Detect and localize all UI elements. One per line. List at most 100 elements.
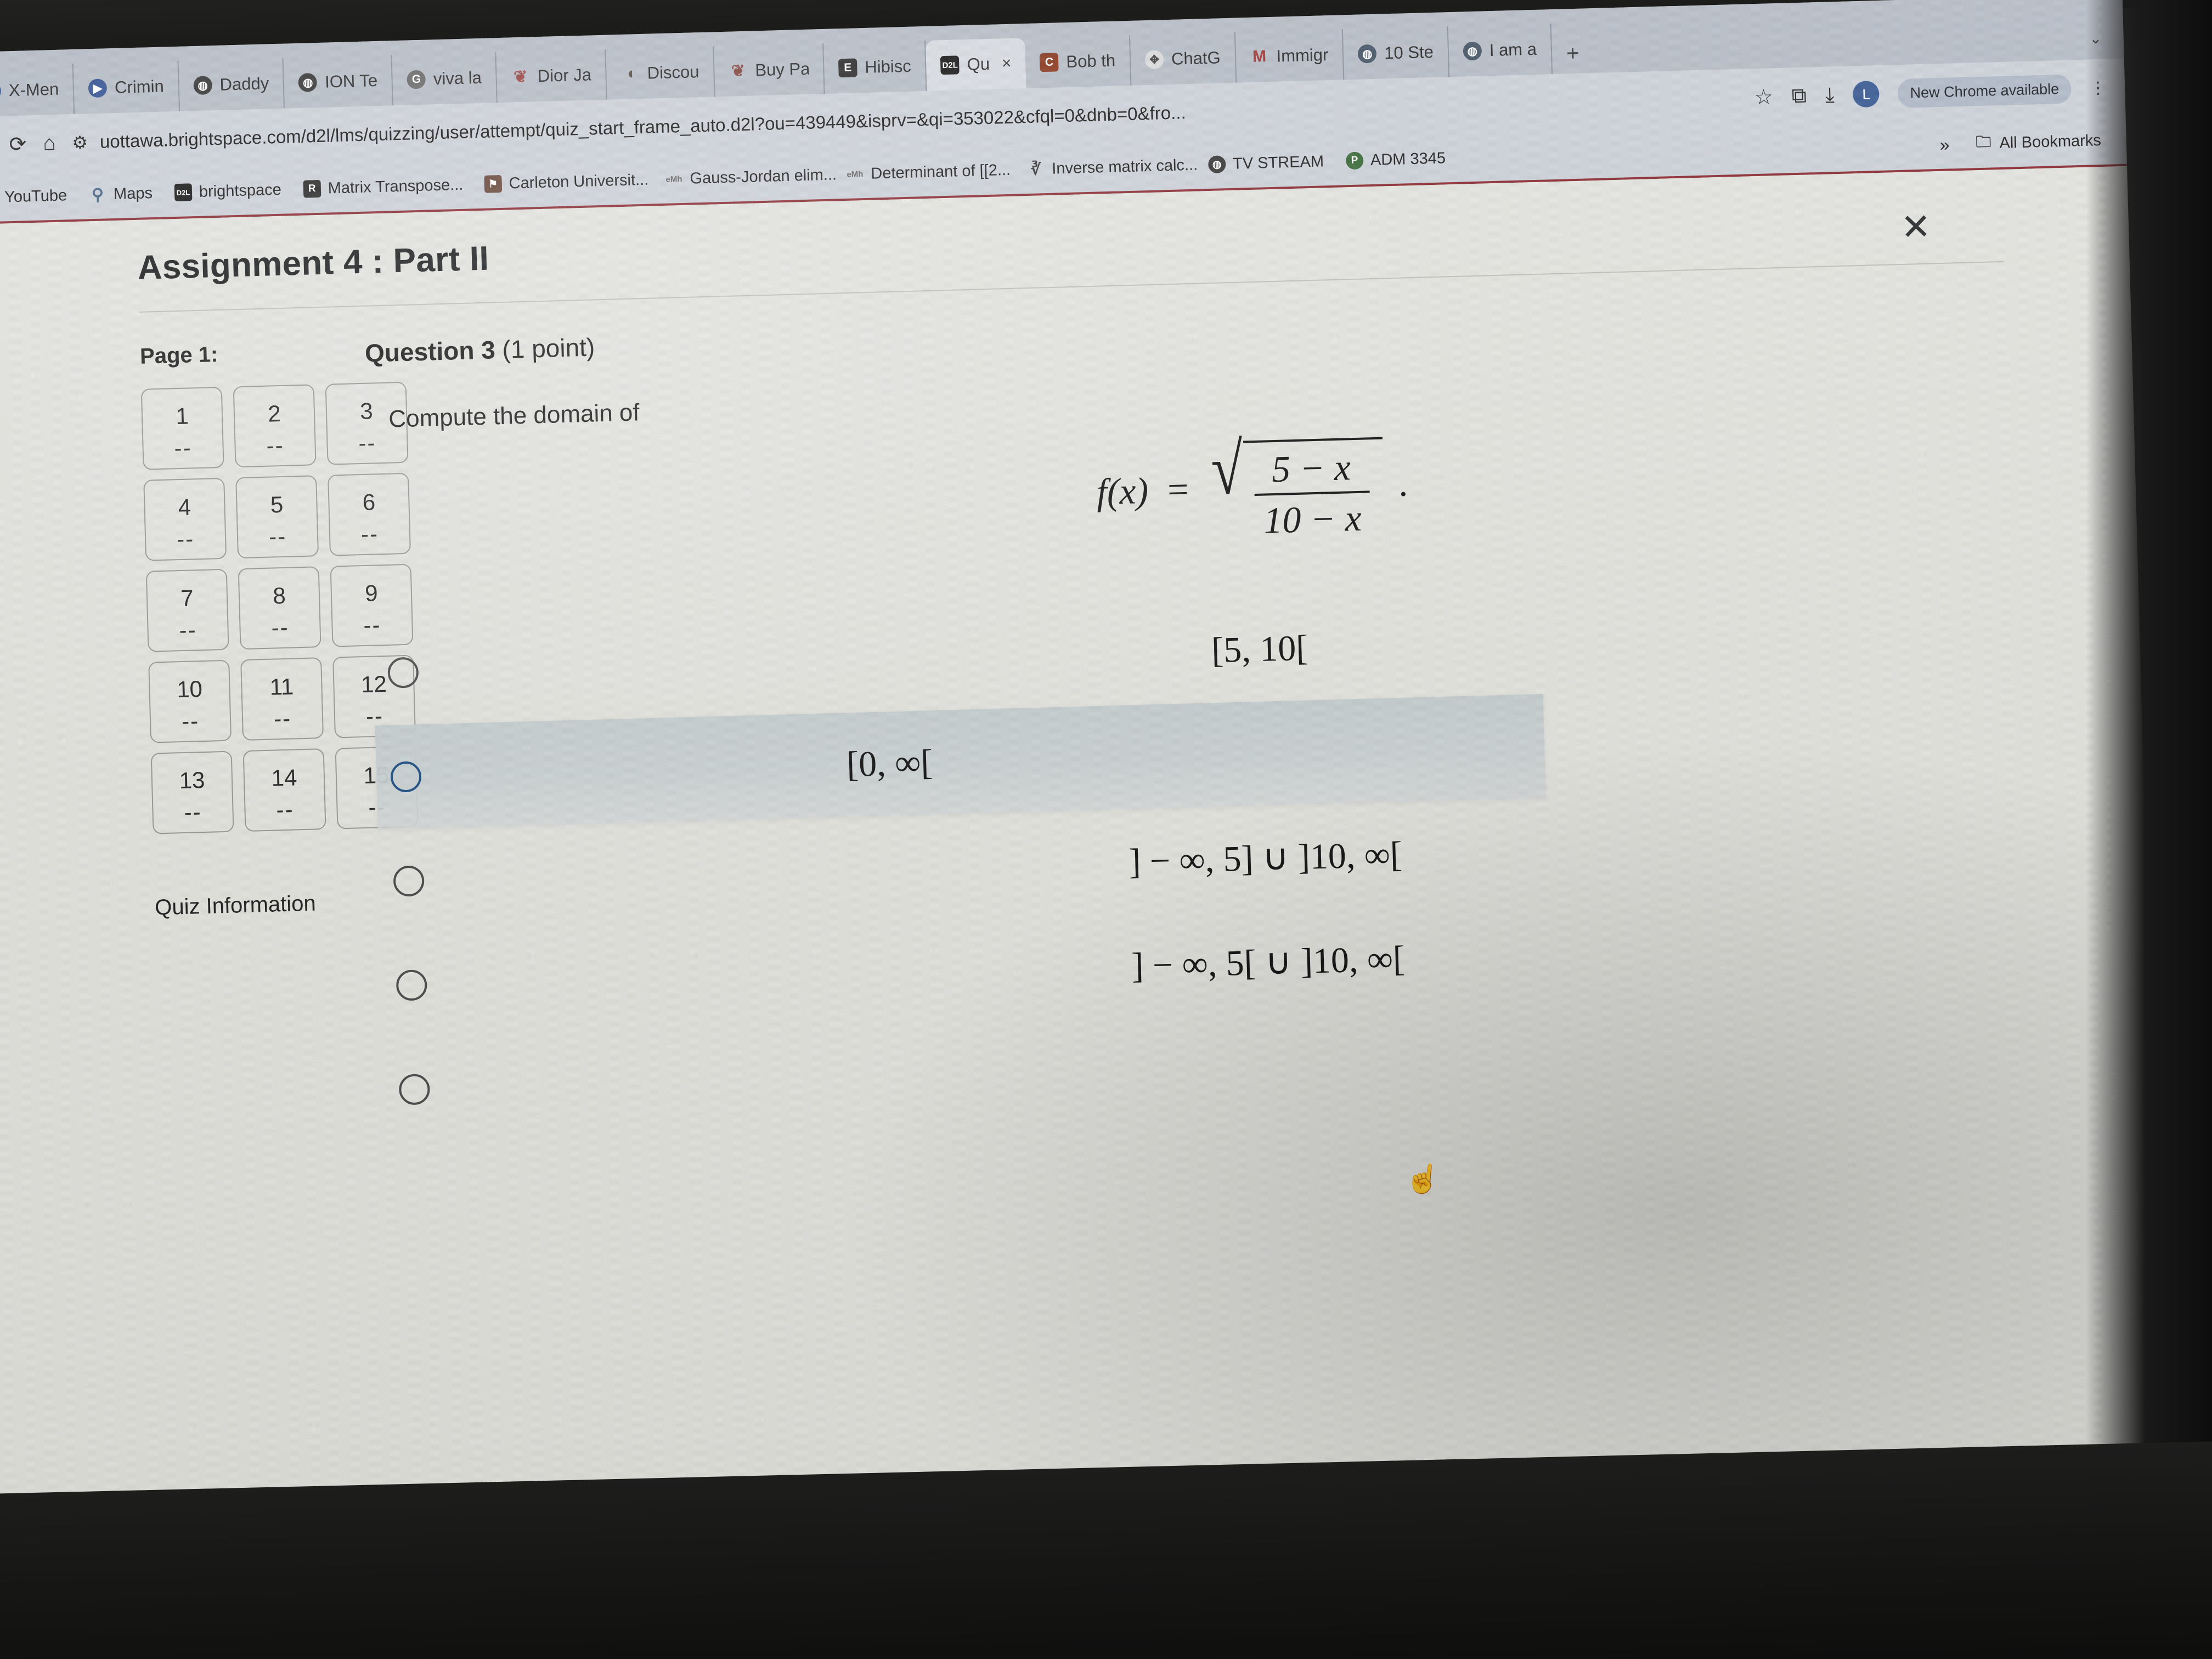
browser-tab-x-men[interactable]: ▶ X-Men: [0, 63, 75, 117]
browser-tab-dior-ja[interactable]: ❦ Dior Ja: [496, 49, 608, 103]
avatar[interactable]: L: [1853, 80, 1880, 108]
question-button-13[interactable]: 13 --: [150, 751, 234, 834]
tab-label: ION Te: [324, 70, 378, 92]
answer-choice-text: [5, 10[: [1211, 628, 1309, 671]
map-pin-icon: ⚲: [91, 185, 104, 204]
browser-tab-bob-th[interactable]: C Bob th: [1025, 35, 1132, 88]
url-text: uottawa.brightspace.com/d2l/lms/quizzing…: [99, 102, 1187, 152]
new-tab-button[interactable]: +: [1552, 41, 1594, 74]
bookmark-gauss-jordan[interactable]: eMh Gauss-Jordan elim...: [654, 166, 836, 189]
question-status: --: [273, 706, 292, 732]
question-number: 13: [179, 767, 206, 794]
close-tab-icon[interactable]: ×: [1002, 54, 1012, 73]
fraction-denominator: 10 − x: [1254, 490, 1371, 543]
question-button-5[interactable]: 5 --: [235, 475, 319, 558]
bookmark-adm-3345[interactable]: P ADM 3345: [1335, 149, 1457, 170]
fraction: 5 − x 10 − x: [1253, 445, 1371, 543]
tab-label: Discou: [647, 62, 699, 83]
browser-tab-discou[interactable]: ◖ Discou: [606, 46, 715, 100]
bookmark-label: Maps: [113, 184, 153, 203]
formula-lhs: f(x): [1096, 469, 1149, 513]
tab-label: I am a: [1489, 39, 1537, 60]
bookmark-label: Carleton Universit...: [509, 171, 649, 193]
tab-label: Crimin: [114, 76, 165, 97]
bookmark-maps[interactable]: ⚲ Maps: [78, 184, 164, 204]
extensions-icon[interactable]: ⧉: [1791, 84, 1807, 108]
question-button-7[interactable]: 7 --: [145, 568, 229, 652]
question-number: 4: [178, 494, 191, 521]
bookmark-label: brightspace: [199, 180, 282, 201]
reshish-icon: R: [303, 179, 321, 198]
question-button-10[interactable]: 10 --: [148, 659, 232, 743]
radio-button[interactable]: [396, 969, 428, 1001]
d2l-icon: D2L: [174, 183, 193, 202]
answer-choice-text: ] − ∞, 5[ ∪ ]10, ∞[: [1131, 938, 1406, 986]
radical-glyph: √: [1210, 428, 1244, 510]
browser-tab-quiz-active[interactable]: D2L Qu ×: [926, 38, 1026, 91]
question-number: 5: [270, 492, 284, 518]
bookmark-label: Determinant of [[2...: [870, 161, 1011, 183]
p-icon: P: [1345, 151, 1364, 170]
question-number: 2: [267, 400, 281, 427]
radio-button[interactable]: [398, 1073, 431, 1105]
question-button-2[interactable]: 2 --: [233, 384, 317, 468]
radio-button[interactable]: [387, 657, 419, 689]
browser-tab-chatgpt[interactable]: ✥ ChatG: [1130, 32, 1237, 86]
tab-label: 10 Ste: [1384, 42, 1434, 63]
bookmark-tv-stream[interactable]: ◍ TV STREAM: [1197, 152, 1335, 174]
bookmark-star-icon[interactable]: ☆: [1754, 84, 1773, 110]
bookmark-label: Matrix Transpose...: [328, 176, 464, 197]
question-button-8[interactable]: 8 --: [238, 566, 321, 650]
bookmark-label: Inverse matrix calc...: [1051, 156, 1198, 178]
bookmark-label: Gauss-Jordan elim...: [690, 165, 836, 188]
laptop-screen: ▶ X-Men ▶ Crimin ◍ Daddy ◍ ION Te G viva…: [0, 0, 2163, 1555]
bookmark-brightspace[interactable]: D2L brightspace: [163, 180, 293, 202]
question-navigation-panel: Page 1: 1 -- 2 -- 3 -- 4 -- 5 -- 6 -- 7 …: [0, 339, 419, 1153]
question-button-1[interactable]: 1 --: [140, 386, 224, 470]
tab-label: Hibisc: [864, 56, 912, 77]
square-root-icon: √ 5 − x 10 − x: [1206, 428, 1385, 544]
quiz-information-link[interactable]: Quiz Information: [155, 890, 358, 920]
browser-tab-ion-te[interactable]: ◍ ION Te: [283, 55, 394, 109]
document-icon: E: [838, 58, 857, 78]
tab-label: Qu: [967, 54, 990, 74]
radio-button[interactable]: [393, 865, 425, 897]
page-title: Assignment 4 : Part II: [137, 239, 489, 287]
bookmark-determinant[interactable]: eMh Determinant of [[2...: [835, 161, 1017, 184]
browser-tab-hibisc[interactable]: E Hibisc: [823, 40, 927, 94]
tab-label: Dior Ja: [537, 65, 592, 86]
question-number: 10: [176, 676, 203, 703]
home-icon[interactable]: ⌂: [43, 131, 56, 155]
gmail-icon: M: [1252, 47, 1267, 66]
question-button-11[interactable]: 11 --: [240, 657, 324, 741]
site-settings-icon[interactable]: ⚙: [72, 132, 88, 153]
close-icon[interactable]: ✕: [1900, 196, 2085, 247]
question-button-14[interactable]: 14 --: [242, 748, 326, 832]
chrome-update-button[interactable]: New Chrome available: [1897, 74, 2072, 108]
download-icon[interactable]: ⤓: [1825, 83, 1835, 107]
bookmark-label: YouTube: [4, 186, 67, 206]
tab-label: Buy Pa: [754, 59, 809, 80]
reload-icon[interactable]: ⟳: [9, 132, 27, 157]
answer-choice-list: [5, 10[ [0, ∞[ ] − ∞, 5] ∪ ]10, ∞[] − ∞…: [372, 573, 2152, 1142]
answer-choice-text: [430, 1042, 2151, 1089]
question-button-4[interactable]: 4 --: [143, 477, 227, 561]
radio-button[interactable]: [390, 761, 422, 793]
browser-tab-viva-la[interactable]: G viva la: [392, 52, 498, 106]
browser-tab-immigr[interactable]: M Immigr: [1235, 29, 1345, 83]
browser-tab-buy-pa[interactable]: ❦ Buy Pa: [714, 43, 825, 97]
globe-icon: ◍: [298, 72, 318, 92]
browser-tab-i-am-a[interactable]: ◍ I am a: [1448, 24, 1553, 77]
formula-period: .: [1397, 462, 1408, 505]
bookmark-youtube[interactable]: ▶ YouTube: [0, 186, 78, 207]
browser-tab-daddy[interactable]: ◍ Daddy: [178, 58, 285, 111]
bookmark-matrix-transpose[interactable]: R Matrix Transpose...: [292, 176, 473, 199]
tab-label: viva la: [433, 67, 482, 89]
question-status: --: [266, 432, 285, 459]
browser-tab-crimin[interactable]: ▶ Crimin: [73, 60, 180, 114]
bookmark-carleton-university[interactable]: ⚑ Carleton Universit...: [473, 171, 654, 194]
bookmarks-overflow-icon[interactable]: »: [1925, 134, 1964, 155]
photo-of-screen: ▶ X-Men ▶ Crimin ◍ Daddy ◍ ION Te G viva…: [0, 0, 2212, 1659]
bookmark-inverse-matrix-calc[interactable]: ∛ Inverse matrix calc...: [1016, 156, 1198, 179]
browser-tab-10-ste[interactable]: ◍ 10 Ste: [1343, 26, 1450, 80]
